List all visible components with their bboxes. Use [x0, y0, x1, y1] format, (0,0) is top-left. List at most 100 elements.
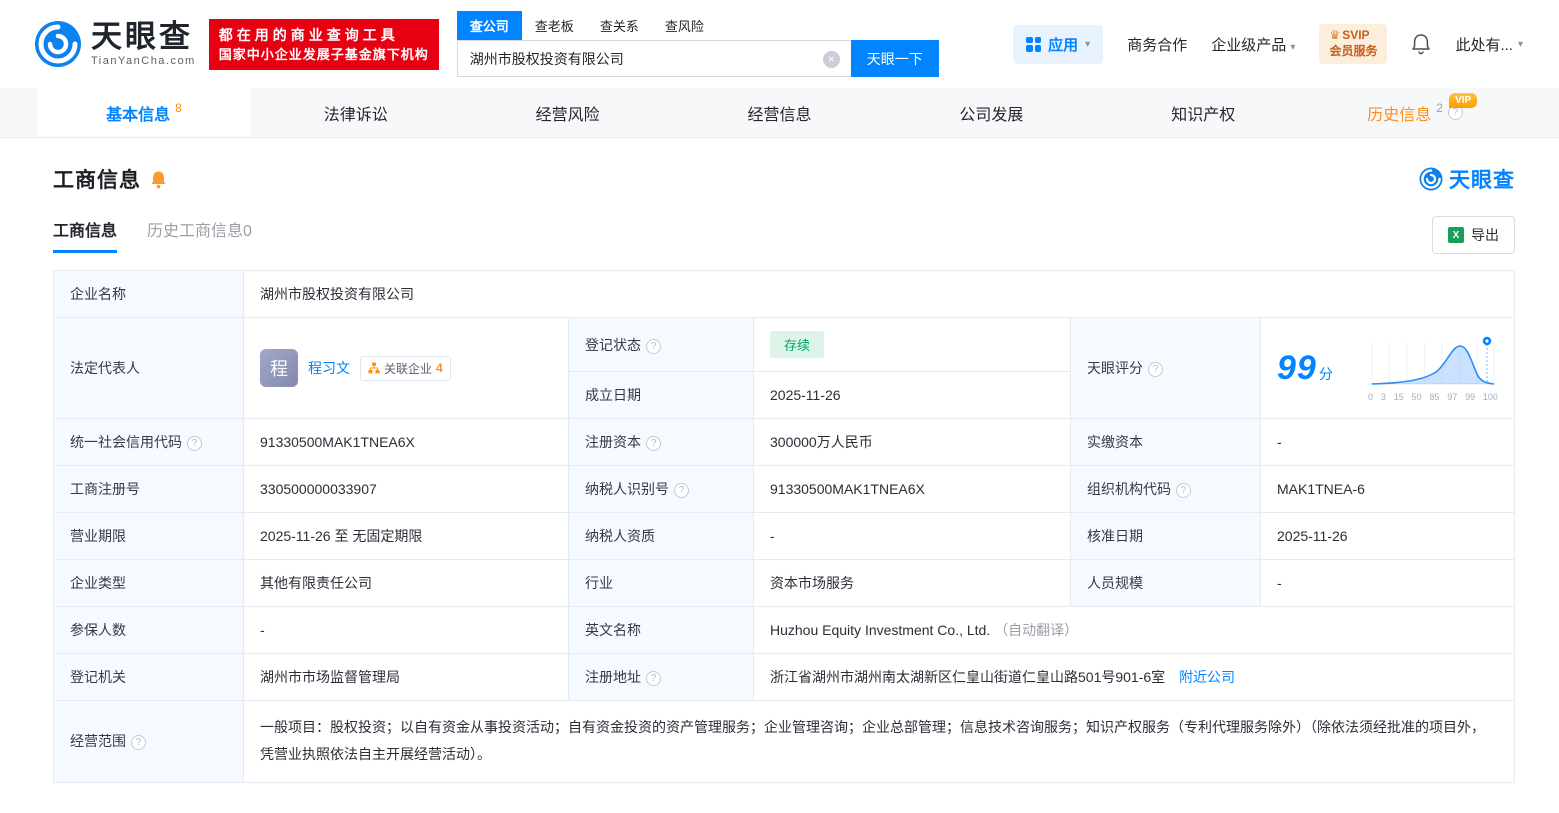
chevron-down-icon: ▾	[1085, 38, 1091, 50]
score-distribution-chart: 0 3 15 50 85 97 99 100	[1368, 334, 1498, 402]
export-button[interactable]: X 导出	[1432, 216, 1515, 254]
row-authority-address: 登记机关 湖州市市场监督管理局 注册地址? 浙江省湖州市湖州南太湖新区仁皇山街道…	[53, 653, 1515, 701]
tab-intellectual-property[interactable]: 知识产权	[1097, 88, 1309, 137]
field-label: 成立日期	[568, 371, 754, 419]
field-label: 营业期限	[53, 512, 244, 560]
field-label: 纳税人资质	[568, 512, 754, 560]
help-icon[interactable]: ?	[646, 338, 661, 354]
field-value: 浙江省湖州市湖州南太湖新区仁皇山街道仁皇山路501号901-6室 附近公司	[753, 653, 1515, 701]
apps-grid-icon	[1026, 36, 1042, 52]
chevron-down-icon: ▾	[1290, 41, 1296, 53]
field-value: 91330500MAK1TNEA6X	[243, 418, 569, 466]
tianyancha-logo-icon	[1419, 167, 1443, 191]
search-button[interactable]: 天眼一下	[850, 40, 939, 77]
related-companies-badge[interactable]: 关联企业 4	[360, 355, 451, 381]
tianyancha-logo[interactable]: 天眼查 TianYanCha.com	[34, 20, 196, 68]
row-credit-code: 统一社会信用代码? 91330500MAK1TNEA6X 注册资本? 30000…	[53, 418, 1515, 466]
field-label: 企业类型	[53, 559, 244, 607]
vip-badge: VIP	[1449, 93, 1478, 108]
tab-history-info[interactable]: VIP 历史信息 2 ?	[1309, 88, 1521, 137]
field-value: 湖州市股权投资有限公司	[243, 270, 1515, 318]
avatar: 程	[260, 349, 298, 387]
help-icon[interactable]: ?	[646, 671, 661, 686]
field-label: 登记状态?	[568, 317, 754, 372]
tab-company-development[interactable]: 公司发展	[885, 88, 1097, 137]
notification-bell-icon[interactable]	[1411, 33, 1431, 55]
help-icon[interactable]: ?	[1148, 362, 1163, 377]
tianyan-score[interactable]: 99 分 0 3 15 50 85 97 99 100	[1277, 334, 1498, 402]
subscribe-bell-icon[interactable]	[150, 170, 167, 189]
crown-icon: ♛	[1329, 28, 1341, 43]
field-label: 实缴资本	[1070, 418, 1261, 466]
legal-rep-link[interactable]: 程习文	[308, 358, 350, 378]
field-value: 2025-11-26	[1260, 512, 1515, 560]
tab-legal-litigation[interactable]: 法律诉讼	[250, 88, 462, 137]
search-tabs: 查公司 查老板 查关系 查风险	[456, 11, 939, 40]
row-reg-number: 工商注册号 330500000033907 纳税人识别号? 91330500MA…	[53, 465, 1515, 513]
field-value: 存续	[753, 317, 1071, 372]
logo-name: 天眼查	[91, 18, 193, 54]
help-icon[interactable]: ?	[1176, 483, 1191, 498]
apps-button[interactable]: 应用 ▾	[1013, 24, 1104, 64]
row-legal-rep-status: 法定代表人 程 程习文 关联企业 4 登记状态 ? 存续 天眼评分 ? 99 分…	[53, 317, 1515, 419]
field-value: -	[1260, 418, 1515, 466]
tab-count-badge: 2	[1436, 100, 1443, 115]
status-badge: 存续	[770, 331, 825, 358]
search-tab-relation[interactable]: 查关系	[587, 11, 652, 40]
subtab-history-registration[interactable]: 历史工商信息0	[147, 217, 252, 253]
account-menu[interactable]: 此处有... ▾	[1455, 34, 1523, 55]
field-label: 人员规模	[1070, 559, 1261, 607]
field-label: 注册资本?	[568, 418, 754, 466]
row-insured-english: 参保人数 - 英文名称 Huzhou Equity Investment Co.…	[53, 606, 1515, 654]
search-tab-company[interactable]: 查公司	[456, 11, 522, 40]
field-label: 登记机关	[53, 653, 244, 701]
row-business-scope: 经营范围? 一般项目：股权投资；以自有资金从事投资活动；自有资金投资的资产管理服…	[53, 700, 1515, 783]
search-tab-risk[interactable]: 查风险	[652, 11, 717, 40]
tab-basic-info[interactable]: 基本信息 8	[38, 88, 250, 137]
help-icon[interactable]: ?	[131, 735, 146, 751]
business-cooperation-link[interactable]: 商务合作	[1127, 34, 1187, 55]
tianyancha-logo-icon	[35, 21, 81, 67]
field-label: 天眼评分?	[1070, 317, 1261, 419]
field-value: 程 程习文 关联企业 4	[243, 317, 569, 419]
field-value: 其他有限责任公司	[243, 559, 569, 607]
field-value: 资本市场服务	[753, 559, 1071, 607]
field-value: -	[753, 512, 1071, 560]
enterprise-products-link[interactable]: 企业级产品 ▾	[1211, 34, 1295, 55]
score-unit: 分	[1318, 365, 1333, 382]
field-label: 纳税人识别号?	[568, 465, 754, 513]
company-section-tabs: 基本信息 8 法律诉讼 经营风险 经营信息 公司发展 知识产权 VIP 历史信息…	[0, 88, 1559, 138]
row-company-type: 企业类型 其他有限责任公司 行业 资本市场服务 人员规模 -	[53, 559, 1515, 607]
page-title: 工商信息	[53, 169, 141, 192]
field-label: 行业	[568, 559, 754, 607]
field-label: 核准日期	[1070, 512, 1261, 560]
svip-membership-button[interactable]: ♛ SVIP 会员服务	[1319, 24, 1388, 64]
excel-icon: X	[1448, 227, 1464, 243]
help-icon[interactable]: ?	[187, 436, 202, 451]
top-bar: 天眼查 TianYanCha.com 都在用的商业查询工具 国家中小企业发展子基…	[0, 0, 1559, 88]
field-label: 统一社会信用代码?	[53, 418, 244, 466]
search-input[interactable]	[457, 41, 851, 76]
help-icon[interactable]: ?	[646, 436, 661, 451]
score-value: 99	[1277, 348, 1317, 387]
field-label: 法定代表人	[53, 317, 244, 419]
field-value: 2025-11-26	[753, 371, 1071, 419]
top-bar-right: 应用 ▾ 商务合作 企业级产品 ▾ ♛ SVIP 会员服务 此处有... ▾	[1013, 24, 1523, 64]
row-business-term: 营业期限 2025-11-26 至 无固定期限 纳税人资质 - 核准日期 202…	[53, 512, 1515, 560]
business-info-table: 企业名称 湖州市股权投资有限公司 法定代表人 程 程习文 关联企业 4 登记状态…	[53, 270, 1515, 783]
org-chart-icon	[368, 362, 380, 374]
nearby-companies-link[interactable]: 附近公司	[1179, 669, 1235, 685]
clear-search-icon[interactable]: ×	[822, 51, 840, 68]
search-tab-boss[interactable]: 查老板	[522, 11, 587, 40]
help-icon[interactable]: ?	[674, 483, 689, 498]
field-label: 参保人数	[53, 606, 244, 654]
field-value: 300000万人民币	[753, 418, 1071, 466]
field-label: 企业名称	[53, 270, 244, 318]
tab-operating-risk[interactable]: 经营风险	[462, 88, 674, 137]
field-value: 330500000033907	[243, 465, 569, 513]
tab-business-info[interactable]: 经营信息	[674, 88, 886, 137]
score-axis-ticks: 0 3 15 50 85 97 99 100	[1368, 392, 1498, 402]
subtab-business-registration[interactable]: 工商信息	[53, 217, 118, 253]
main-content: 工商信息 天眼查 工商信息 历史工商信息0 X 导出 企业名称 湖州市股权投资有…	[0, 138, 1559, 813]
field-label: 注册地址?	[568, 653, 754, 701]
